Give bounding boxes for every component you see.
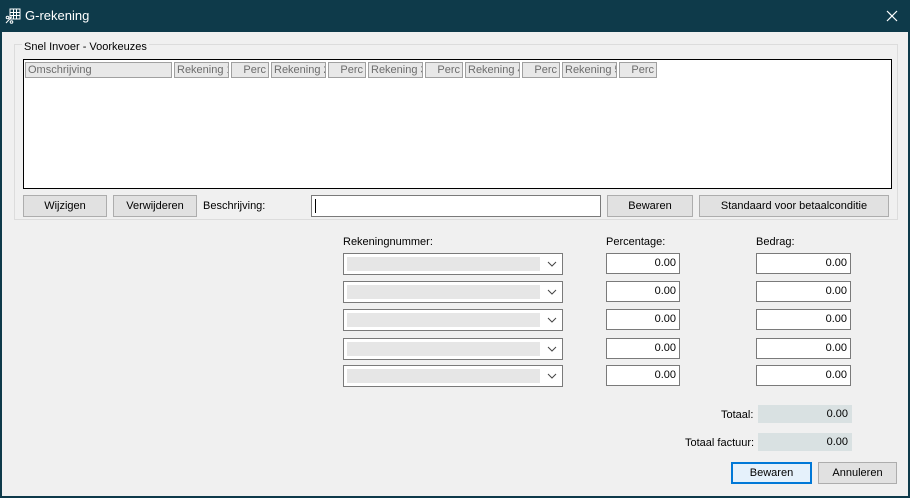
- percentage-input[interactable]: 0.00: [606, 253, 680, 274]
- dialog-window: G-rekening Snel Invoer - Voorkeuzes Omsc…: [0, 0, 910, 498]
- column-header-account-4[interactable]: Rekening 4: [465, 62, 520, 78]
- save-button[interactable]: Bewaren: [731, 462, 812, 484]
- account-number-dropdown[interactable]: [343, 365, 563, 387]
- dialog-client-area: Snel Invoer - Voorkeuzes Omschrijving Re…: [2, 32, 908, 496]
- presets-list[interactable]: Omschrijving Rekening 1 Perc Rekening 2 …: [23, 59, 892, 189]
- default-for-payment-terms-button[interactable]: Standaard voor betaalconditie: [699, 195, 889, 217]
- column-header-account-1[interactable]: Rekening 1: [174, 62, 229, 78]
- account-number-value: [347, 285, 540, 299]
- chevron-down-icon: [547, 346, 557, 352]
- chevron-down-icon: [547, 317, 557, 323]
- total-label: Totaal:: [721, 409, 754, 421]
- edit-button[interactable]: Wijzigen: [23, 195, 107, 217]
- quick-entry-group-label: Snel Invoer - Voorkeuzes: [22, 41, 149, 53]
- description-label: Beschrijving:: [203, 200, 266, 212]
- percentage-label: Percentage:: [606, 236, 666, 248]
- total-field: 0.00: [758, 405, 852, 423]
- cancel-button[interactable]: Annuleren: [818, 462, 897, 484]
- column-header-account-3[interactable]: Rekening 3: [368, 62, 423, 78]
- delete-button[interactable]: Verwijderen: [113, 195, 197, 217]
- account-number-value: [347, 369, 540, 383]
- column-header-perc-1[interactable]: Perc: [231, 62, 269, 78]
- percentage-input[interactable]: 0.00: [606, 338, 680, 359]
- column-header-account-5[interactable]: Rekening 5: [562, 62, 617, 78]
- chevron-down-icon: [547, 261, 557, 267]
- percentage-input[interactable]: 0.00: [606, 281, 680, 302]
- amount-input[interactable]: 0.00: [756, 365, 851, 386]
- account-number-dropdown[interactable]: [343, 281, 563, 303]
- close-button[interactable]: [874, 0, 910, 32]
- account-number-dropdown[interactable]: [343, 338, 563, 360]
- column-header-perc-5[interactable]: Perc: [619, 62, 657, 78]
- account-number-dropdown[interactable]: [343, 253, 563, 275]
- description-input[interactable]: [311, 195, 601, 217]
- column-header-perc-3[interactable]: Perc: [425, 62, 463, 78]
- account-number-value: [347, 257, 540, 271]
- chevron-down-icon: [547, 289, 557, 295]
- close-icon: [886, 10, 898, 22]
- table-percent-icon: [5, 8, 21, 24]
- amount-label: Bedrag:: [756, 236, 795, 248]
- chevron-down-icon: [547, 373, 557, 379]
- amount-input[interactable]: 0.00: [756, 309, 851, 330]
- column-header-description[interactable]: Omschrijving: [25, 62, 172, 78]
- amount-input[interactable]: 0.00: [756, 253, 851, 274]
- invoice-total-label: Totaal factuur:: [685, 437, 755, 449]
- account-number-dropdown[interactable]: [343, 309, 563, 331]
- invoice-total-field: 0.00: [758, 433, 852, 451]
- title-bar: G-rekening: [0, 0, 910, 32]
- percentage-input[interactable]: 0.00: [606, 309, 680, 330]
- save-preset-button[interactable]: Bewaren: [607, 195, 693, 217]
- account-number-label: Rekeningnummer:: [343, 236, 433, 248]
- text-caret: [315, 199, 316, 213]
- amount-input[interactable]: 0.00: [756, 338, 851, 359]
- quick-entry-group: Snel Invoer - Voorkeuzes Omschrijving Re…: [14, 41, 898, 220]
- amount-input[interactable]: 0.00: [756, 281, 851, 302]
- account-number-value: [347, 313, 540, 327]
- column-header-account-2[interactable]: Rekening 2: [271, 62, 326, 78]
- column-header-perc-4[interactable]: Perc: [522, 62, 560, 78]
- account-number-value: [347, 342, 540, 356]
- window-title: G-rekening: [25, 8, 90, 23]
- column-header-perc-2[interactable]: Perc: [328, 62, 366, 78]
- percentage-input[interactable]: 0.00: [606, 365, 680, 386]
